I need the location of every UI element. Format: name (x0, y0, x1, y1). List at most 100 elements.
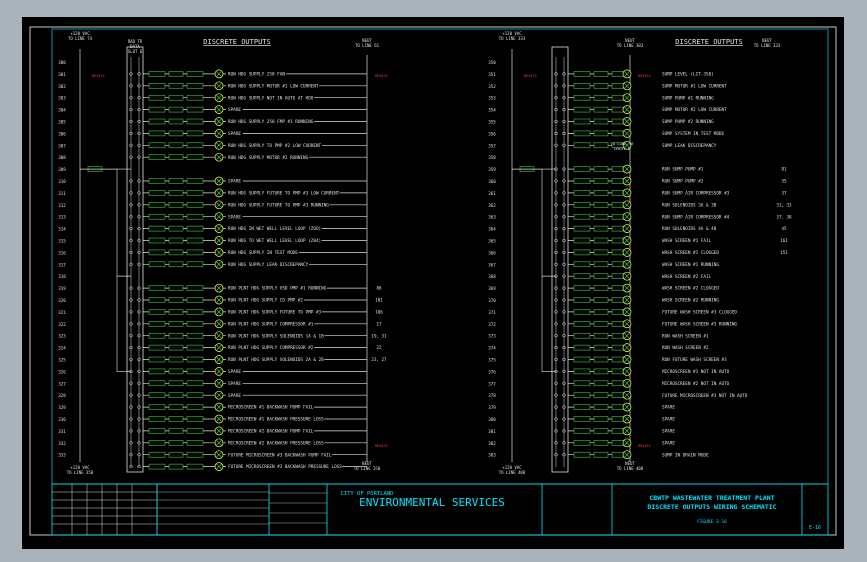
wire-tag (593, 273, 609, 279)
line-number: 327 (58, 381, 66, 386)
wire-tag (186, 440, 204, 446)
wire-tag (593, 213, 609, 220)
wire-tag (168, 249, 184, 256)
wire-tag (168, 440, 184, 446)
wire-tag (573, 321, 591, 327)
output-description: RUN PLNT HDG SUPPLY VSD PMP #1 RUNNING (228, 286, 327, 292)
line-number: 357 (488, 143, 496, 148)
wire-tag (148, 428, 166, 434)
cad-viewer: +120 VAC TO LINE 74 NEUT TO LINE 61 DISCRETE… (0, 0, 867, 562)
wire-tag (148, 237, 166, 244)
figure-number: FIGURE 3-16 (697, 519, 727, 525)
wire-tag (573, 428, 591, 434)
cross-reference: 35 (781, 179, 787, 184)
wire-tag (186, 83, 204, 89)
wire-tag (186, 428, 204, 434)
line-number: 302 (58, 84, 66, 89)
line-number: 320 (58, 298, 66, 303)
wire-tag (168, 71, 184, 77)
wire-tag (148, 356, 166, 363)
wire-tag (593, 344, 609, 351)
line-number: 305 (58, 120, 66, 125)
line-number: 329 (58, 405, 66, 410)
wire-tag (573, 261, 591, 268)
cross-reference: 37, 38 (776, 214, 792, 219)
wire-tag (148, 178, 166, 184)
supply-top-label: +120 VAC TO LINE 74 (68, 31, 93, 41)
wire-tag (168, 261, 184, 268)
output-description: RUN HDG SUPPLY 250 FMP #1 RUNNING (228, 119, 314, 125)
wire-tag (168, 297, 184, 303)
wire-tag (186, 309, 204, 315)
wire-tag (573, 178, 591, 184)
output-description: MICROSCREEN #1 BACKWASH PRESSURE LOSS (228, 417, 324, 423)
wire-tag (148, 130, 166, 137)
wire-tag (148, 332, 166, 339)
line-number: 381 (488, 429, 496, 434)
line-number: 362 (488, 203, 496, 208)
wire-tag (186, 225, 204, 232)
line-number: 330 (58, 417, 66, 422)
output-description: SUMP PUMP #2 RUNNING (662, 119, 714, 125)
wire-tag (168, 344, 184, 351)
drawing-title: DISCRETE OUTPUTS WIRING SCHEMATIC (647, 503, 776, 511)
line-number: 312 (58, 203, 66, 208)
output-description: SUMP MOTOR #1 LOW CURRENT (662, 83, 727, 89)
wire-tag (573, 309, 591, 315)
line-number: 370 (488, 298, 496, 303)
line-number: 332 (58, 441, 66, 446)
plant-title: CBWTP WASTEWATER TREATMENT PLANT (649, 494, 774, 502)
wire-tag (186, 154, 204, 160)
cross-reference: 106 (375, 310, 383, 315)
output-description: SPARE (228, 393, 241, 399)
wire-tag (148, 106, 166, 113)
wire-tag (186, 178, 204, 184)
output-description: FUTURE MICROSCREEN #3 NOT IN AUTO (662, 393, 748, 399)
output-description: WASH SCREEN #2 FAIL (662, 274, 712, 280)
wire-tag (186, 202, 204, 208)
wire-tag (148, 404, 166, 410)
output-description: FUTURE MICROSCREEN #3 BACKWASH PUMP FAIL (228, 452, 332, 458)
line-number: 363 (488, 215, 496, 220)
wire-tag (573, 130, 591, 137)
line-number: 313 (58, 215, 66, 220)
line-number: 355 (488, 120, 496, 125)
wire-tag (148, 94, 166, 101)
wire-tag (148, 225, 166, 232)
wire-tag (573, 368, 591, 375)
wire-tag (573, 118, 591, 125)
wire-tag (573, 213, 591, 220)
line-number: 318 (58, 274, 66, 279)
wire-tag (186, 321, 204, 327)
line-number: 359 (488, 167, 496, 172)
output-description: RUN WASH SCREEN #1 (662, 333, 709, 339)
cross-reference: 17 (376, 321, 382, 326)
output-description: RUN HDG SUPPLY FUTURE TO PMP #3 RUNNING (228, 202, 329, 208)
drawing-frame: +120 VAC TO LINE 74 NEUT TO LINE 61 DISCRETE… (22, 17, 844, 549)
line-number: 361 (488, 191, 496, 196)
output-description: SUMP LEAK DISCREPANCY (662, 143, 717, 149)
wire-tag (573, 71, 591, 77)
wire-tag (186, 368, 204, 375)
output-description: MICROSCREEN #2 NOT IN AUTO (662, 381, 730, 387)
line-number: 380 (488, 417, 496, 422)
line-number: 326 (58, 369, 66, 374)
wire-tag (148, 142, 166, 149)
wire-tag (168, 83, 184, 89)
line-number: 324 (58, 346, 66, 351)
wire-tag (168, 309, 184, 315)
wire-tag (573, 106, 591, 113)
wire-tag (168, 416, 184, 422)
wire-tag (168, 451, 184, 458)
wire-tag (148, 451, 166, 458)
output-description: SPARE (228, 381, 241, 387)
output-description: SPARE (228, 131, 241, 137)
output-description: MICROSCREEN #1 NOT IN AUTO (662, 369, 730, 375)
line-number: 371 (488, 310, 496, 315)
output-description: WASH SCREEN #1 FAIL (662, 238, 712, 244)
wire-tag (168, 380, 184, 387)
wire-tag (148, 392, 166, 398)
output-description: SUMP SYSTEM IN TEST MODE (662, 131, 724, 137)
line-number: 328 (58, 393, 66, 398)
output-description: RUN HDG SUPPLY IN TEST MODE (228, 250, 298, 256)
